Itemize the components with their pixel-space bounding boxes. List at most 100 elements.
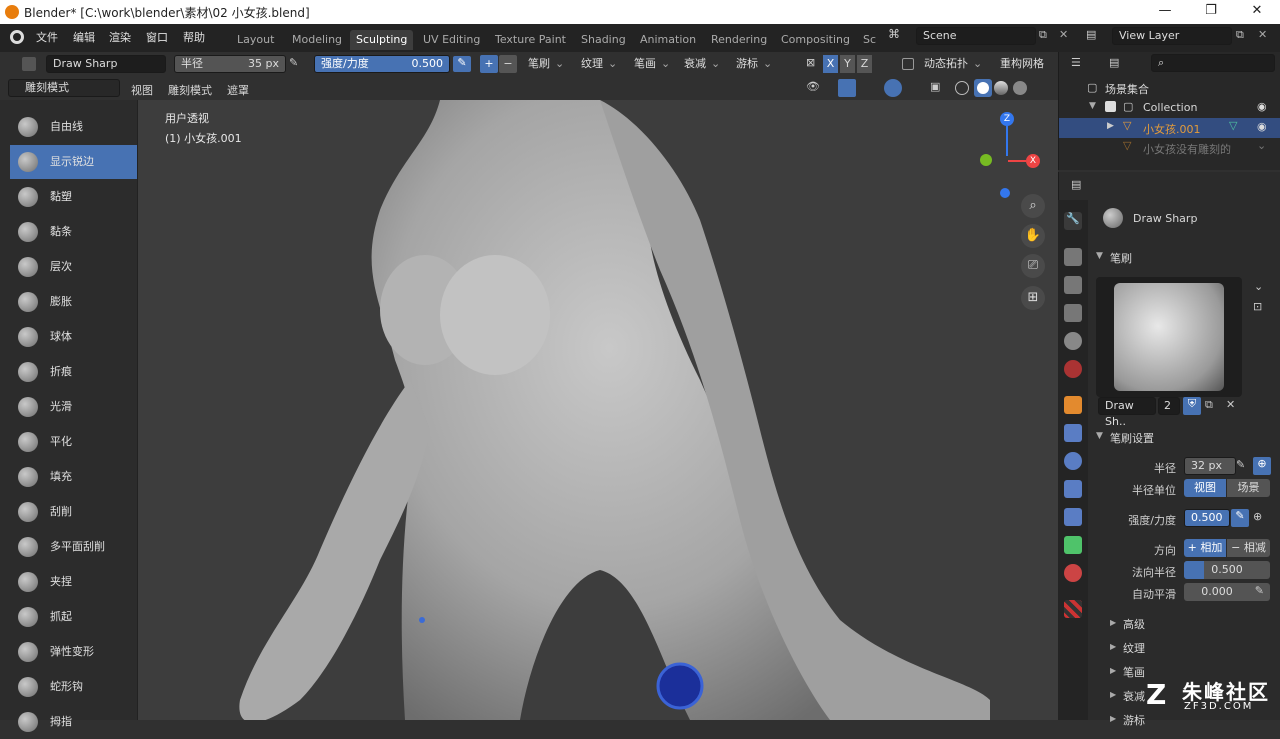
brush-name-field[interactable]: Draw Sharp [46,55,166,73]
duplicate-brush-icon[interactable]: ⧉ [1205,398,1213,412]
view-layer-field[interactable]: View Layer [1112,27,1232,45]
collection-visibility-icon[interactable]: ◉ [1257,100,1267,113]
tab-rendering[interactable]: Rendering [705,30,773,50]
mirror-y-toggle[interactable]: Y [840,55,855,73]
menu-view[interactable]: 视图 [131,82,153,98]
modifier-tab-icon[interactable] [1064,424,1082,442]
scene-collection-label[interactable]: 场景集合 [1105,81,1149,97]
subsection-0[interactable]: 高级 [1123,616,1145,632]
expand-obj-icon[interactable]: ▶ [1107,121,1114,131]
collapse-settings-icon[interactable]: ▼ [1096,431,1103,441]
3d-viewport[interactable]: 用户透视 (1) 小女孩.001 Z X ⌕ ✋ ⎚ ⊞ [0,100,1058,720]
shading-render-icon[interactable] [1013,81,1027,95]
constraints-tab-icon[interactable] [1064,508,1082,526]
tool-8[interactable]: 光滑 [10,390,137,424]
brush-image-icon[interactable]: ⊡ [1253,300,1262,313]
scene-tab-icon[interactable] [1064,332,1082,350]
menu-edit[interactable]: 编辑 [73,29,95,45]
direction-add-button[interactable]: + [480,55,498,73]
overlay-toggle-icon[interactable] [884,79,902,97]
symmetry-icon[interactable]: ⊠ [806,56,815,69]
tool-2[interactable]: 黏塑 [10,180,137,214]
outliner-filter-icon[interactable]: ▤ [1109,56,1119,69]
settings-section-title[interactable]: 笔刷设置 [1110,430,1154,446]
remesh-dropdown[interactable]: 重构网格 [996,55,1058,73]
prop-strength-pressure-icon[interactable]: ✎ [1231,509,1249,527]
close-button[interactable]: ✕ [1234,0,1280,24]
strength-pressure-icon[interactable]: ✎ [453,56,471,72]
radius-field[interactable]: 半径 35 px [174,55,286,73]
grid-perspective-icon[interactable]: ⊞ [1021,286,1045,310]
unit-scene-button[interactable]: 场景 [1227,479,1270,497]
navigation-gizmo[interactable]: Z X [972,110,1042,198]
cursor-dropdown[interactable]: 游标 [732,55,776,73]
brush-dropdown[interactable]: 笔刷 [524,55,568,73]
menu-help[interactable]: 帮助 [183,29,205,45]
data-tab-icon[interactable] [1064,536,1082,554]
shading-material-icon[interactable] [994,81,1008,95]
normal-radius-slider[interactable]: 0.500 [1184,561,1270,579]
tool-12[interactable]: 多平面刮削 [10,530,137,564]
brush-section-title[interactable]: 笔刷 [1110,250,1132,266]
tool-0[interactable]: 自由线 [10,110,137,144]
tool-16[interactable]: 蛇形钩 [10,670,137,704]
brush-user-count[interactable]: 2 [1158,397,1180,415]
gizmo-neg-z-icon[interactable] [1000,188,1010,198]
tool-tab-icon[interactable]: 🔧 [1064,212,1082,230]
prop-radius-field[interactable]: 32 px [1184,457,1236,475]
tool-4[interactable]: 层次 [10,250,137,284]
visibility-icon[interactable]: 👁 [806,80,820,93]
zoom-icon[interactable]: ⌕ [1021,194,1045,218]
tool-17[interactable]: 拇指 [10,705,137,739]
material-tab-icon[interactable] [1064,564,1082,582]
fake-user-icon[interactable]: ⛨ [1183,397,1201,415]
tool-11[interactable]: 刮削 [10,495,137,529]
mirror-z-toggle[interactable]: Z [857,55,872,73]
tool-13[interactable]: 夹捏 [10,565,137,599]
subsection-3[interactable]: 衰减 [1123,688,1145,704]
dir-add-button[interactable]: + 相加 [1184,539,1226,557]
render-tab-icon[interactable] [1064,248,1082,266]
gizmo-x-icon[interactable]: X [1026,154,1040,168]
expand-collection-icon[interactable]: ▼ [1089,101,1096,111]
scene-browse-icon[interactable]: ⌘ [888,27,912,47]
mode-select[interactable]: 雕刻模式 [8,79,120,97]
shading-wire-icon[interactable] [955,81,969,95]
view-layer-icon[interactable]: ▤ [1086,28,1096,41]
gizmo-y-icon[interactable] [980,154,992,166]
prop-strength-unified-icon[interactable]: ⊕ [1253,510,1262,523]
particles-tab-icon[interactable] [1064,452,1082,470]
gizmo-z-icon[interactable]: Z [1000,112,1014,126]
world-tab-icon[interactable] [1064,360,1082,378]
menu-window[interactable]: 窗口 [146,29,168,45]
view-layer-tab-icon[interactable] [1064,304,1082,322]
stroke-dropdown[interactable]: 笔画 [630,55,674,73]
subsection-4[interactable]: 游标 [1123,712,1145,728]
object-name-1[interactable]: 小女孩.001 [1143,121,1201,137]
prop-radius-pressure-icon[interactable]: ✎ [1236,458,1245,471]
direction-sub-button[interactable]: − [499,55,517,73]
tool-10[interactable]: 填充 [10,460,137,494]
dir-sub-button[interactable]: − 相减 [1227,539,1270,557]
prop-radius-unified-icon[interactable]: ⊕ [1253,457,1271,475]
tool-15[interactable]: 弹性变形 [10,635,137,669]
prop-strength-field[interactable]: 0.500 [1184,509,1230,527]
tab-layout[interactable]: Layout [231,30,280,50]
gizmo-toggle-icon[interactable] [838,79,856,97]
new-view-layer-icon[interactable]: ⧉ [1236,28,1244,42]
mirror-x-toggle[interactable]: X [823,55,838,73]
delete-scene-icon[interactable]: ✕ [1059,28,1068,41]
texture-dropdown[interactable]: 纹理 [577,55,621,73]
expand-subsection-icon[interactable]: ▶ [1110,618,1116,627]
output-tab-icon[interactable] [1064,276,1082,294]
pan-hand-icon[interactable]: ✋ [1021,224,1045,248]
autosmooth-pressure-icon[interactable]: ✎ [1255,584,1264,597]
new-scene-icon[interactable]: ⧉ [1039,28,1047,42]
texture-tab-icon[interactable] [1064,600,1082,618]
menu-mask[interactable]: 遮罩 [227,82,249,98]
menu-render[interactable]: 渲染 [109,29,131,45]
tab-animation[interactable]: Animation [634,30,702,50]
subsection-1[interactable]: 纹理 [1123,640,1145,656]
tab-compositing[interactable]: Compositing [775,30,856,50]
tab-texture-paint[interactable]: Texture Paint [489,30,572,50]
